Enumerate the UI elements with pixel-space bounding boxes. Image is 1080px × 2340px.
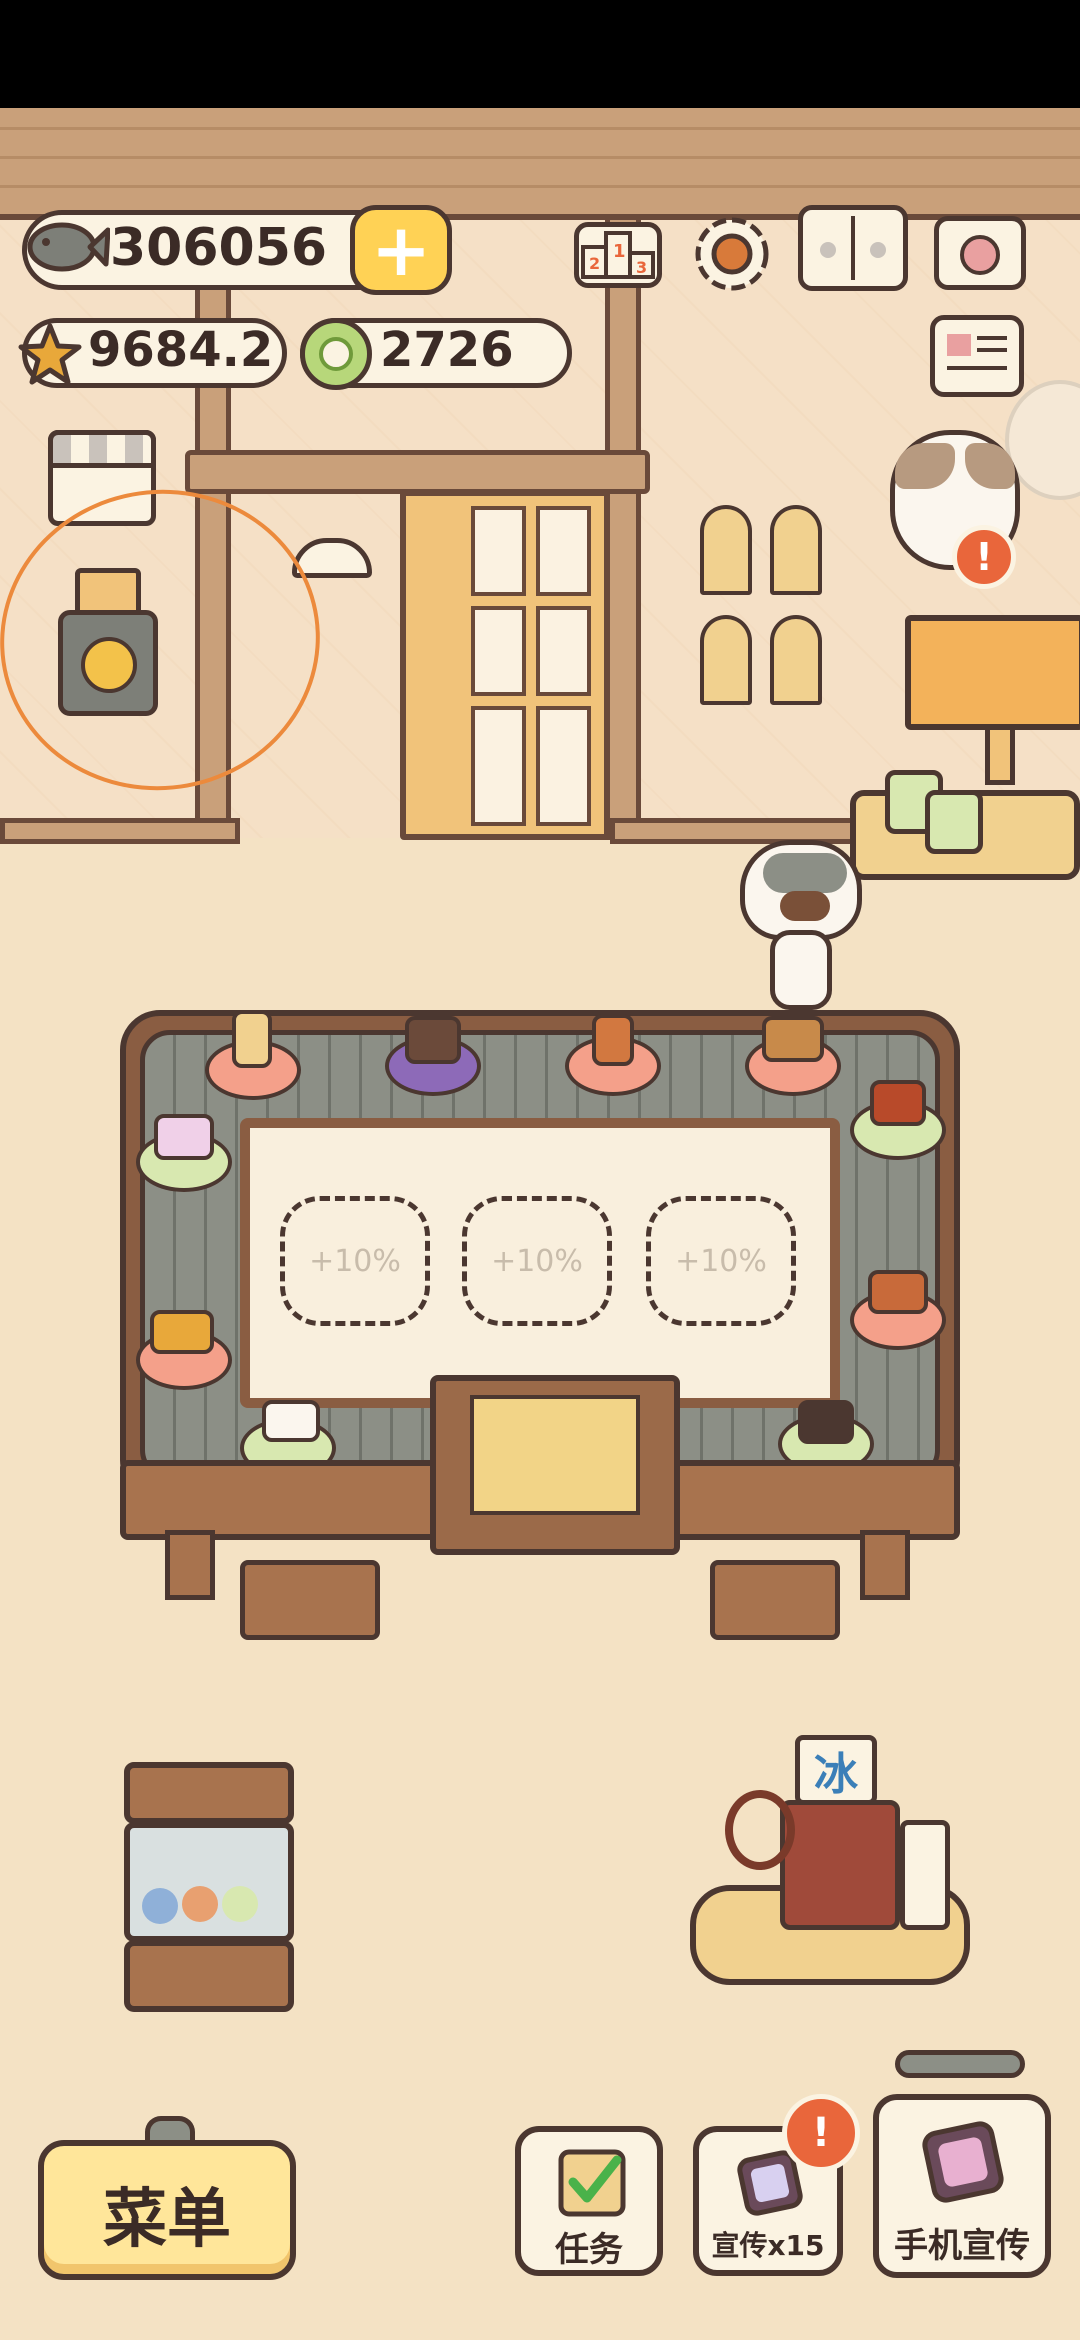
menu-label: 菜单	[103, 2183, 231, 2257]
seat-bonus-label-2: +10%	[491, 1244, 583, 1279]
phone-card-icon	[922, 2121, 1004, 2203]
capsule-box[interactable]	[124, 1822, 294, 1942]
crank-wheel	[725, 1790, 795, 1870]
shaved-ice-machine[interactable]	[780, 1800, 900, 1930]
gear-icon[interactable]	[688, 210, 776, 298]
door-lintel	[185, 450, 650, 494]
coin-count: 2726	[380, 322, 514, 378]
sushi-item	[232, 1010, 272, 1068]
plus-icon: +	[370, 208, 432, 292]
ice-sign: 冰	[795, 1735, 877, 1805]
paw-book-icon[interactable]	[798, 205, 908, 291]
cat-alert-badge[interactable]: !	[952, 525, 1016, 589]
table-leg-left	[165, 1530, 215, 1600]
wall-tag-bean	[770, 505, 822, 595]
checklist-icon	[558, 2149, 626, 2217]
sushi-item	[868, 1270, 928, 1314]
wall-tag-fishbone	[700, 615, 752, 705]
wooden-post-right	[605, 220, 641, 840]
wall-tag-pear	[770, 615, 822, 705]
stool-left	[240, 1560, 380, 1640]
shop-door	[400, 490, 610, 840]
chef-cat-body	[770, 930, 832, 1010]
wall-baseboard-left	[0, 818, 240, 844]
svg-text:1: 1	[613, 241, 626, 262]
sushi-item	[762, 1016, 824, 1062]
sushi-item	[405, 1016, 461, 1064]
ranking-podium-icon[interactable]: 1 2 3	[574, 222, 662, 288]
coin-icon	[300, 318, 372, 390]
camera-icon[interactable]	[934, 216, 1026, 290]
star-icon	[15, 320, 85, 390]
promo-alert-badge[interactable]: !	[782, 2094, 860, 2172]
promo-label: 宣传x15	[711, 2229, 825, 2262]
scroll-handle[interactable]	[895, 2050, 1025, 2078]
sushi-item	[592, 1014, 634, 1066]
ceiling-beam	[0, 108, 1080, 220]
wall-tag-fish	[700, 505, 752, 595]
notice-board-leg	[985, 725, 1015, 785]
phone-promo-label: 手机宣传	[894, 2226, 1030, 2266]
tea-cup-2	[925, 790, 983, 854]
counter-note[interactable]	[470, 1395, 640, 1515]
star-count: 9684.2	[88, 322, 274, 378]
fish-icon	[20, 212, 111, 282]
phone-promo-button[interactable]: 手机宣传	[873, 2094, 1051, 2278]
capsule-box-lid	[124, 1762, 294, 1824]
newspaper-icon[interactable]	[930, 315, 1024, 397]
add-fish-button[interactable]: +	[350, 205, 452, 295]
sushi-item	[154, 1114, 214, 1160]
sushi-item	[870, 1080, 926, 1126]
cup-stack	[900, 1820, 950, 1930]
seat-bonus-label-3: +10%	[675, 1244, 767, 1279]
sushi-item	[262, 1400, 320, 1442]
tasks-label: 任务	[555, 2230, 623, 2270]
ice-sign-label: 冰	[814, 1749, 858, 1800]
fish-count: 306056	[110, 218, 328, 278]
notice-board[interactable]	[905, 615, 1080, 730]
svg-text:3: 3	[636, 258, 647, 277]
status-bar	[0, 0, 1080, 108]
tasks-button[interactable]: 任务	[515, 2126, 663, 2276]
seat-bonus-label-1: +10%	[309, 1244, 401, 1279]
svg-text:2: 2	[589, 254, 600, 273]
table-leg-right	[860, 1530, 910, 1600]
capsule-box-base	[124, 1940, 294, 2012]
sushi-item	[798, 1400, 854, 1444]
stool-right	[710, 1560, 840, 1640]
chef-cat-head[interactable]	[740, 840, 862, 940]
sushi-item	[150, 1310, 214, 1354]
